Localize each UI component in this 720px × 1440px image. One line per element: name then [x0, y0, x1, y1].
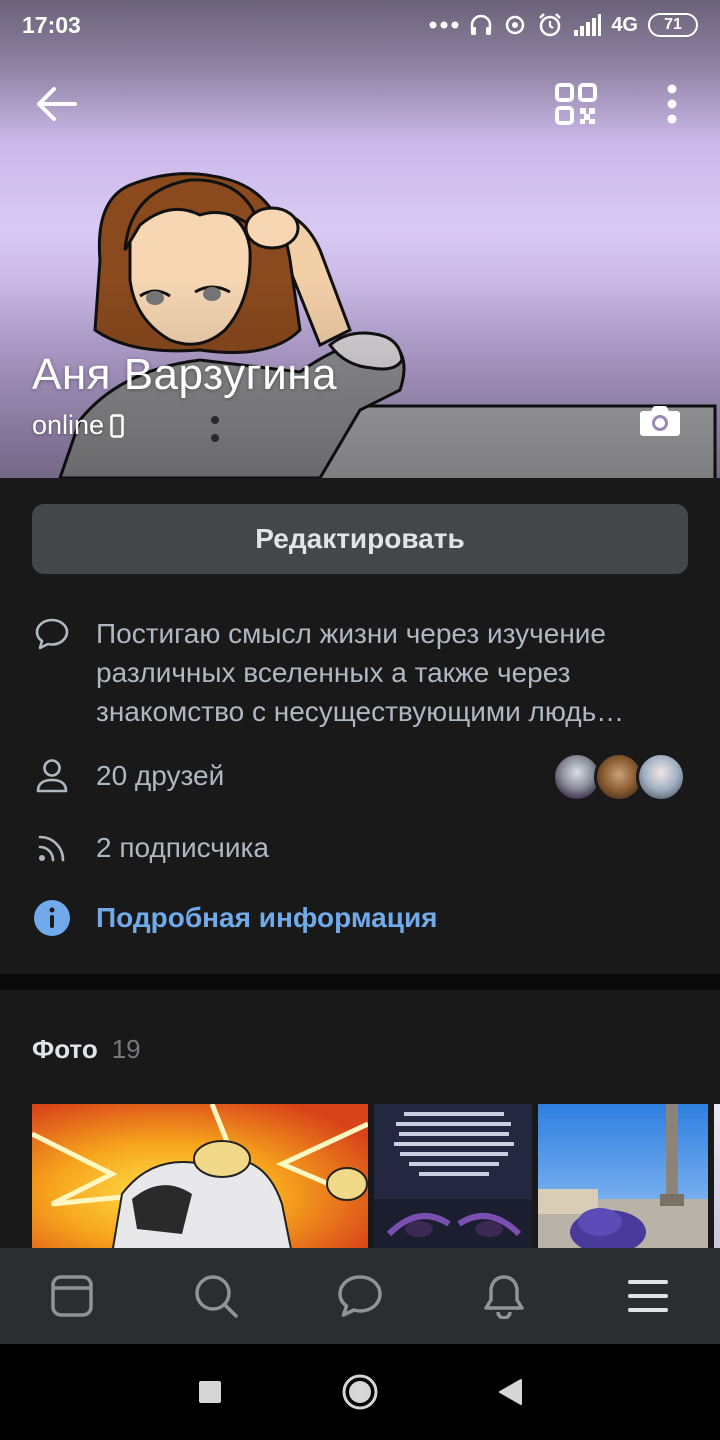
photo-image — [538, 1104, 708, 1248]
home-circle-icon — [342, 1374, 378, 1410]
battery-icon: 71 — [648, 13, 698, 37]
online-status: online — [32, 410, 124, 441]
followers-count: 2 подписчика — [96, 832, 269, 863]
search-icon — [195, 1275, 238, 1318]
more-vertical-icon — [667, 84, 677, 124]
home-button[interactable] — [285, 1344, 435, 1440]
notifications-icon — [484, 1275, 524, 1319]
friends-count: 20 друзей — [96, 760, 225, 791]
alarm-icon — [539, 13, 562, 37]
profile-cover[interactable]: 17:03 4G 71 Аня Варзугина online — [0, 0, 720, 478]
details-link: Подробная информация — [96, 902, 438, 933]
camera-icon — [640, 406, 680, 436]
messages-icon — [338, 1275, 382, 1317]
friends-avatars[interactable] — [552, 752, 686, 802]
friend-avatar — [636, 752, 686, 802]
photo-thumbnail[interactable] — [32, 1104, 368, 1248]
photo-thumbnail[interactable] — [714, 1104, 720, 1248]
photo-image — [714, 1104, 720, 1248]
photo-thumbnail[interactable] — [374, 1104, 532, 1248]
mobile-icon — [110, 413, 124, 438]
info-icon — [32, 898, 72, 938]
qr-code-button[interactable] — [550, 78, 602, 130]
system-navigation-bar — [0, 1344, 720, 1440]
photo-thumbnail[interactable] — [538, 1104, 708, 1248]
news-icon — [51, 1275, 93, 1317]
photos-title: Фото — [32, 1034, 98, 1064]
tab-news[interactable] — [22, 1251, 122, 1341]
followers-row[interactable]: 2 подписчика — [32, 828, 692, 868]
tab-notifications[interactable] — [454, 1251, 554, 1341]
more-button[interactable] — [646, 78, 698, 130]
bottom-tab-bar — [0, 1248, 720, 1344]
network-type: 4G — [611, 13, 638, 36]
battery-level: 71 — [664, 16, 682, 33]
tab-messages[interactable] — [310, 1251, 410, 1341]
profile-status-text: Постигаю смысл жизни через изучение разл… — [96, 618, 625, 727]
online-label: online — [32, 410, 105, 440]
recent-apps-button[interactable] — [135, 1344, 285, 1440]
signal-icon — [574, 14, 602, 36]
dots-icon — [429, 21, 459, 29]
back-button[interactable] — [30, 78, 82, 130]
status-icons: 4G 71 — [429, 12, 698, 38]
photos-count: 19 — [111, 1034, 141, 1064]
triangle-back-icon — [499, 1379, 522, 1405]
menu-icon — [628, 1280, 668, 1312]
profile-name: Аня Варзугина — [32, 350, 338, 399]
status-bar: 17:03 4G 71 — [0, 0, 720, 50]
sync-icon — [506, 15, 525, 35]
square-icon — [199, 1381, 221, 1403]
edit-profile-button[interactable]: Редактировать — [32, 504, 688, 574]
user-icon — [32, 756, 72, 796]
back-arrow-icon — [37, 87, 77, 121]
headphones-icon — [471, 14, 492, 35]
photo-image — [32, 1104, 368, 1248]
details-row[interactable]: Подробная информация — [32, 898, 692, 938]
rss-icon — [32, 828, 72, 868]
section-separator — [0, 974, 720, 990]
photo-image — [374, 1104, 532, 1248]
status-time: 17:03 — [22, 11, 81, 38]
photos-section: Фото 19 — [0, 990, 720, 1248]
profile-info-card: Редактировать Постигаю смысл жизни через… — [0, 478, 720, 974]
system-back-button[interactable] — [435, 1344, 585, 1440]
status-bubble-icon — [32, 614, 72, 654]
qr-code-icon — [555, 83, 597, 125]
tab-menu[interactable] — [598, 1251, 698, 1341]
status-row[interactable]: Постигаю смысл жизни через изучение разл… — [32, 614, 692, 731]
tab-search[interactable] — [166, 1251, 266, 1341]
photos-header[interactable]: Фото 19 — [32, 1034, 141, 1065]
change-cover-button[interactable] — [636, 398, 684, 442]
